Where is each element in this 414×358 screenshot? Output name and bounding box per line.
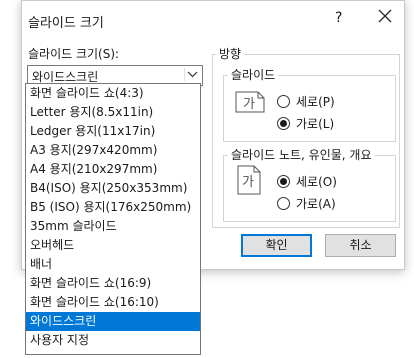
slides-portrait-label: 세로(P) bbox=[296, 95, 335, 109]
slides-portrait-radio[interactable] bbox=[277, 95, 290, 108]
slide-size-label: 슬라이드 크기(S): bbox=[28, 47, 120, 61]
size-option[interactable]: 배너 bbox=[26, 255, 200, 274]
notes-portrait-label: 세로(O) bbox=[296, 175, 337, 189]
size-option[interactable]: 오버헤드 bbox=[26, 236, 200, 255]
size-option[interactable]: A4 용지(210x297mm) bbox=[26, 160, 200, 179]
notes-portrait-radio[interactable] bbox=[277, 175, 290, 188]
size-option[interactable]: A3 용지(297x420mm) bbox=[26, 141, 200, 160]
size-option[interactable]: 화면 슬라이드 쇼(16:9) bbox=[26, 274, 200, 293]
notes-group-label: 슬라이드 노트, 유인물, 개요 bbox=[228, 146, 375, 163]
size-option[interactable]: 35mm 슬라이드 bbox=[26, 217, 200, 236]
help-button[interactable]: ? bbox=[335, 10, 342, 26]
size-option-selected[interactable]: 와이드스크린 bbox=[26, 312, 200, 331]
size-option[interactable]: B4(ISO) 용지(250x353mm) bbox=[26, 179, 200, 198]
slides-landscape-radio[interactable] bbox=[277, 117, 290, 130]
size-option[interactable]: 화면 슬라이드 쇼(4:3) bbox=[26, 84, 200, 103]
slides-landscape-label: 가로(L) bbox=[296, 117, 335, 131]
orientation-label: 방향 bbox=[216, 45, 245, 62]
notes-landscape-radio[interactable] bbox=[277, 197, 290, 210]
close-icon[interactable] bbox=[375, 6, 395, 26]
slides-portrait-option[interactable]: 세로(P) bbox=[277, 93, 335, 110]
size-option[interactable]: B5 (ISO) 용지(176x250mm) bbox=[26, 198, 200, 217]
ok-button[interactable]: 확인 bbox=[241, 234, 312, 257]
slides-landscape-option[interactable]: 가로(L) bbox=[277, 115, 334, 132]
dialog-title: 슬라이드 크기 bbox=[28, 16, 104, 31]
size-option[interactable]: 사용자 지정 bbox=[26, 331, 200, 350]
slide-size-dropdown-list: 화면 슬라이드 쇼(4:3) Letter 용지(8.5x11in) Ledge… bbox=[25, 83, 201, 355]
notes-landscape-label: 가로(A) bbox=[296, 197, 336, 211]
cancel-button[interactable]: 취소 bbox=[325, 234, 396, 257]
notes-portrait-option[interactable]: 세로(O) bbox=[277, 173, 337, 190]
notes-landscape-option[interactable]: 가로(A) bbox=[277, 195, 336, 212]
portrait-page-icon: 가 bbox=[237, 165, 263, 195]
slides-group-label: 슬라이드 bbox=[228, 66, 279, 83]
chevron-down-icon[interactable] bbox=[184, 68, 200, 81]
size-option[interactable]: Ledger 용지(11x17in) bbox=[26, 122, 200, 141]
svg-text:가: 가 bbox=[242, 175, 254, 190]
landscape-page-icon: 가 bbox=[235, 91, 265, 121]
svg-text:가: 가 bbox=[243, 97, 255, 112]
size-option[interactable]: 화면 슬라이드 쇼(16:10) bbox=[26, 293, 200, 312]
size-option[interactable]: Letter 용지(8.5x11in) bbox=[26, 103, 200, 122]
